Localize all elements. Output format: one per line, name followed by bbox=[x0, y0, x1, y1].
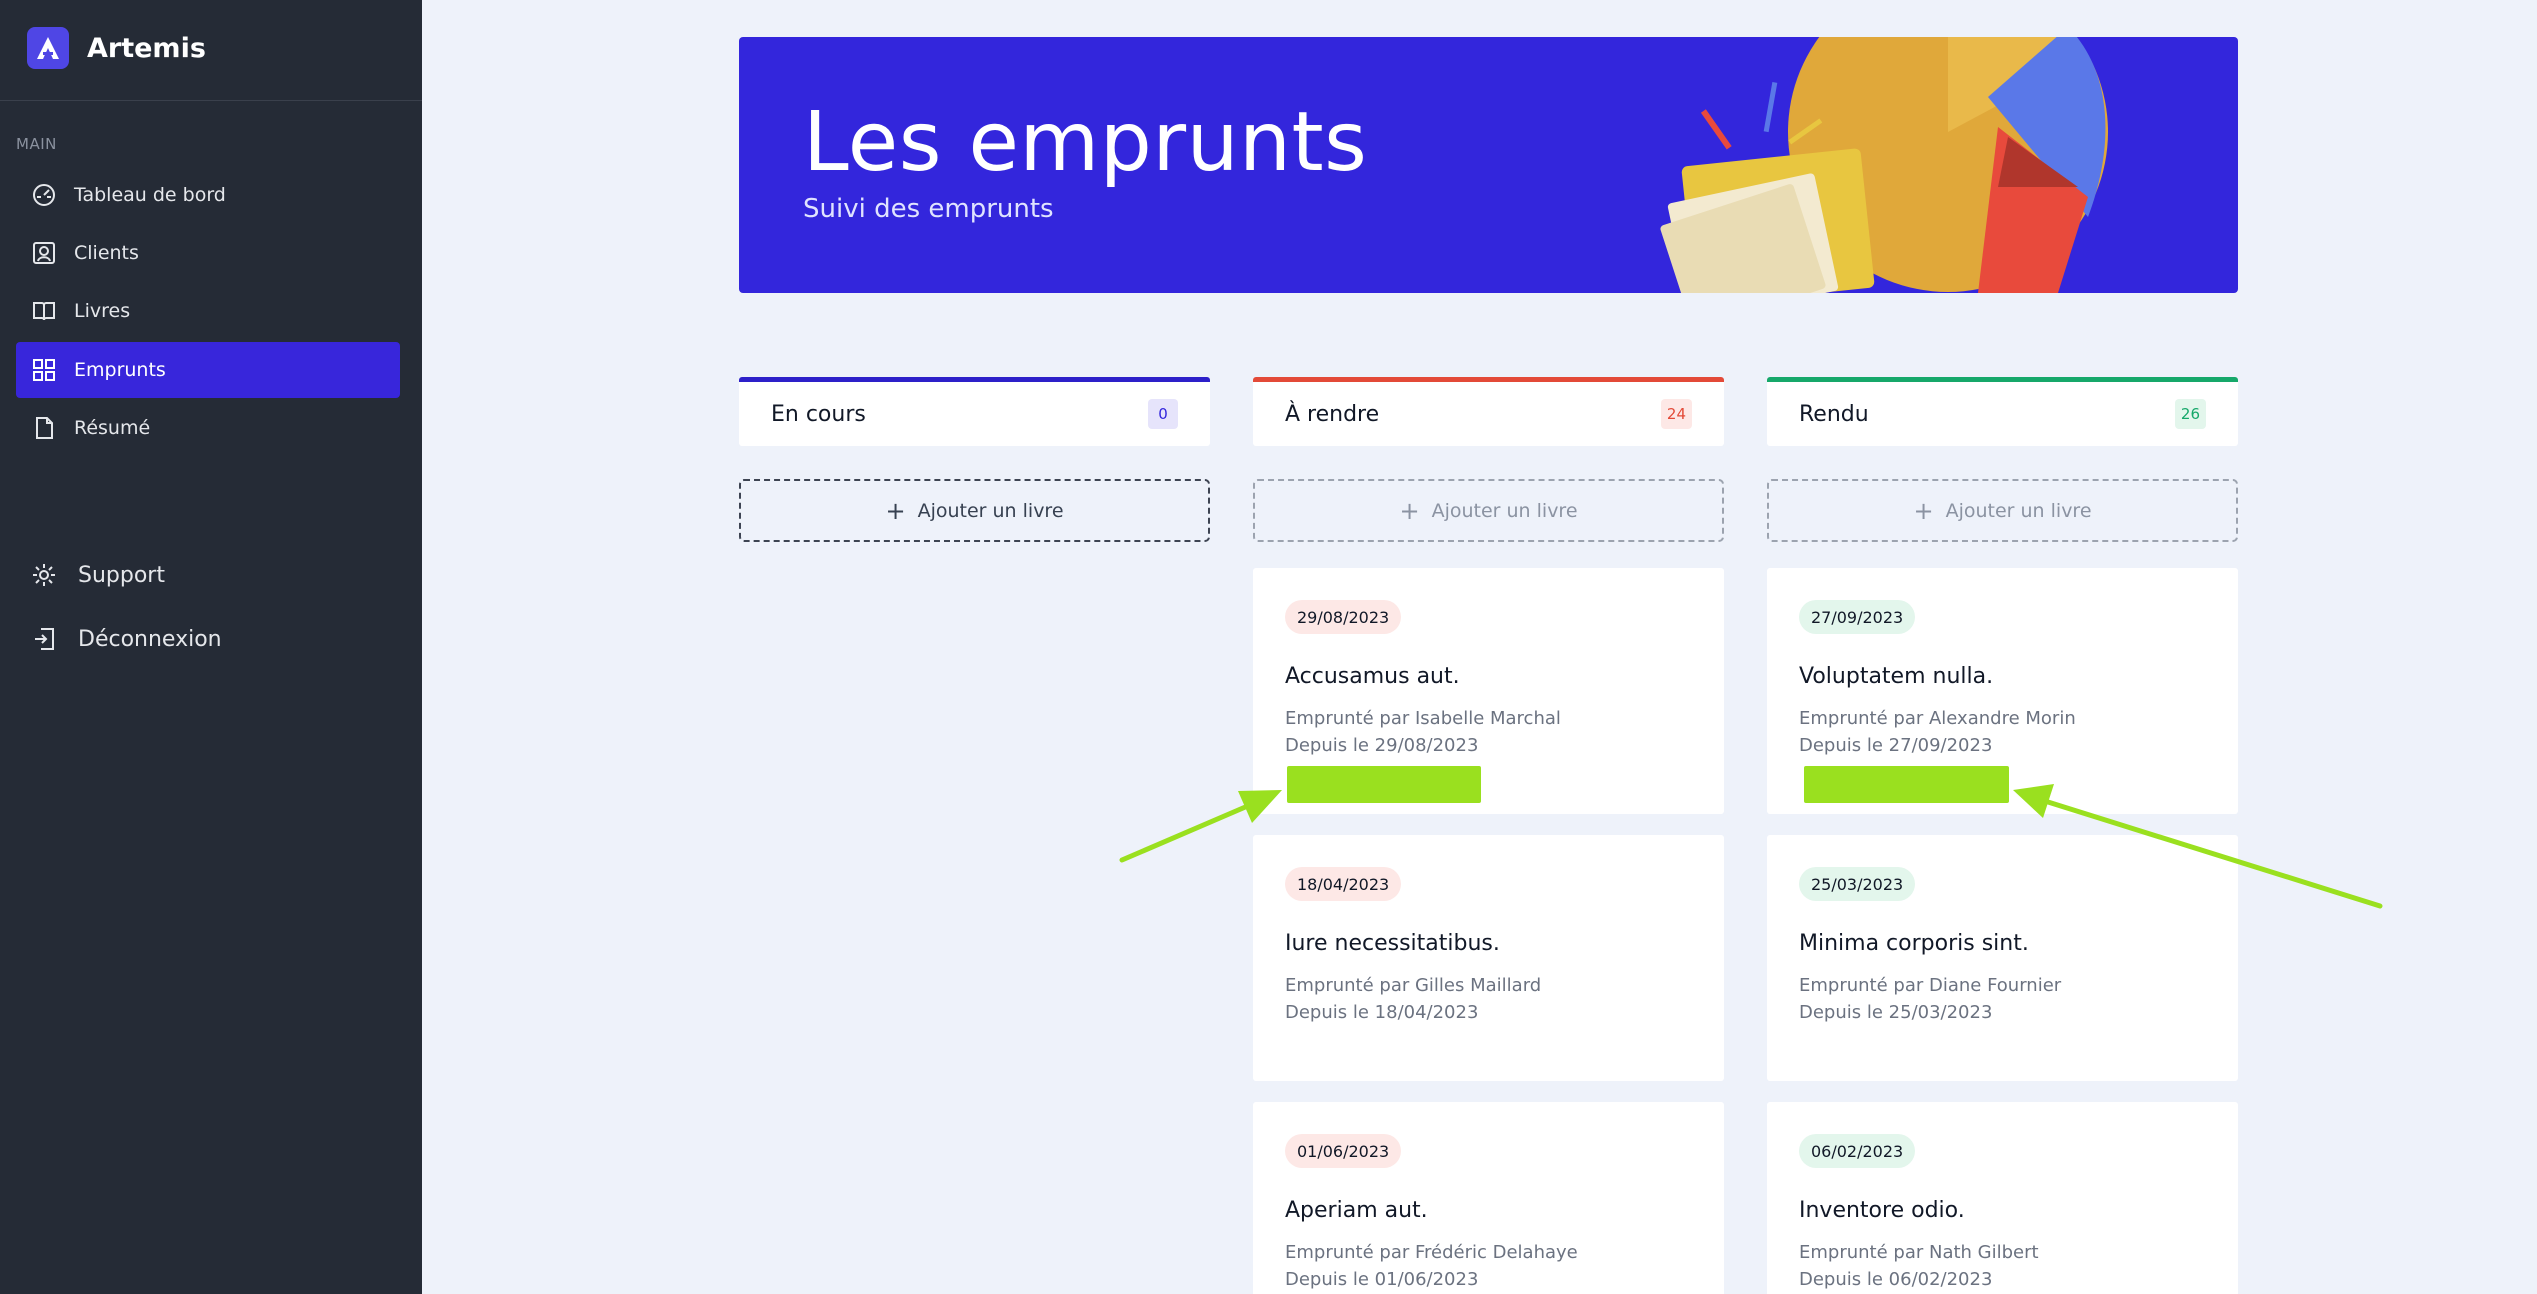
add-book-label: Ajouter un livre bbox=[1431, 499, 1578, 522]
sidebar-item-label: Tableau de bord bbox=[74, 184, 226, 206]
borrower-text: Emprunté par Frédéric Delahaye bbox=[1285, 1242, 1578, 1263]
app-name: Artemis bbox=[87, 32, 206, 64]
brand[interactable]: Artemis bbox=[27, 26, 206, 70]
book-title: Iure necessitatibus. bbox=[1285, 931, 1500, 956]
artemis-logo-icon bbox=[27, 27, 69, 69]
loan-card[interactable]: 29/08/2023 Accusamus aut. Emprunté par I… bbox=[1253, 568, 1724, 814]
date-badge: 27/09/2023 bbox=[1799, 600, 1916, 634]
since-text: Depuis le 25/03/2023 bbox=[1799, 1002, 1993, 1023]
grid-icon bbox=[30, 356, 58, 384]
count-badge: 26 bbox=[2174, 399, 2206, 429]
borrower-text: Emprunté par Isabelle Marchal bbox=[1285, 708, 1561, 729]
add-book-label: Ajouter un livre bbox=[917, 499, 1064, 522]
sidebar-item-clients[interactable]: Clients bbox=[16, 225, 400, 281]
highlight-marker bbox=[1804, 766, 2009, 803]
since-text: Depuis le 06/02/2023 bbox=[1799, 1269, 1993, 1290]
since-text: Depuis le 27/09/2023 bbox=[1799, 735, 1993, 756]
sidebar-item-label: Emprunts bbox=[74, 359, 166, 381]
date-badge: 25/03/2023 bbox=[1799, 867, 1916, 901]
gear-icon bbox=[30, 561, 58, 589]
column-header-en-cours: En cours 0 bbox=[739, 377, 1210, 446]
sidebar-item-support[interactable]: Support bbox=[16, 547, 400, 603]
since-text: Depuis le 01/06/2023 bbox=[1285, 1269, 1479, 1290]
sidebar-item-resume[interactable]: Résumé bbox=[16, 400, 400, 456]
sidebar-item-label: Résumé bbox=[74, 417, 151, 439]
date-badge: 29/08/2023 bbox=[1285, 600, 1402, 634]
dashboard-icon bbox=[30, 181, 58, 209]
count-badge: 0 bbox=[1148, 399, 1178, 429]
column-header-rendu: Rendu 26 bbox=[1767, 377, 2238, 446]
document-icon bbox=[30, 414, 58, 442]
sidebar-item-label: Clients bbox=[74, 242, 139, 264]
loan-card[interactable]: 18/04/2023 Iure necessitatibus. Emprunté… bbox=[1253, 835, 1724, 1081]
borrower-text: Emprunté par Diane Fournier bbox=[1799, 975, 2062, 996]
sidebar-item-deconnexion[interactable]: Déconnexion bbox=[16, 611, 400, 667]
plus-icon: + bbox=[1399, 496, 1420, 525]
logout-icon bbox=[30, 625, 58, 653]
book-title: Inventore odio. bbox=[1799, 1198, 1965, 1223]
add-book-button[interactable]: + Ajouter un livre bbox=[1767, 479, 2238, 542]
plus-icon: + bbox=[1913, 496, 1934, 525]
sidebar-item-label: Livres bbox=[74, 300, 131, 322]
date-badge: 01/06/2023 bbox=[1285, 1134, 1402, 1168]
count-badge: 24 bbox=[1660, 399, 1692, 429]
since-text: Depuis le 18/04/2023 bbox=[1285, 1002, 1479, 1023]
sidebar: Artemis MAIN Tableau de bord Clients Liv… bbox=[0, 0, 422, 1294]
date-badge: 18/04/2023 bbox=[1285, 867, 1402, 901]
column-title: À rendre bbox=[1285, 401, 1380, 427]
loan-card[interactable]: 06/02/2023 Inventore odio. Emprunté par … bbox=[1767, 1102, 2238, 1294]
borrower-text: Emprunté par Gilles Maillard bbox=[1285, 975, 1542, 996]
column-title: Rendu bbox=[1799, 401, 1869, 427]
add-book-button[interactable]: + Ajouter un livre bbox=[1253, 479, 1724, 542]
loan-card[interactable]: 01/06/2023 Aperiam aut. Emprunté par Fré… bbox=[1253, 1102, 1724, 1294]
book-title: Accusamus aut. bbox=[1285, 664, 1460, 689]
divider bbox=[0, 100, 422, 101]
page-title: Les emprunts bbox=[803, 95, 1368, 190]
borrower-text: Emprunté par Alexandre Morin bbox=[1799, 708, 2076, 729]
date-badge: 06/02/2023 bbox=[1799, 1134, 1916, 1168]
sidebar-item-tableau-de-bord[interactable]: Tableau de bord bbox=[16, 167, 400, 223]
page-banner: Les emprunts Suivi des emprunts bbox=[739, 37, 2238, 293]
loan-card[interactable]: 25/03/2023 Minima corporis sint. Emprunt… bbox=[1767, 835, 2238, 1081]
book-title: Voluptatem nulla. bbox=[1799, 664, 1994, 689]
column-title: En cours bbox=[771, 401, 866, 427]
sidebar-item-livres[interactable]: Livres bbox=[16, 283, 400, 339]
since-text: Depuis le 29/08/2023 bbox=[1285, 735, 1479, 756]
book-title: Minima corporis sint. bbox=[1799, 931, 2029, 956]
section-label: MAIN bbox=[16, 135, 57, 153]
loan-card[interactable]: 27/09/2023 Voluptatem nulla. Emprunté pa… bbox=[1767, 568, 2238, 814]
column-header-a-rendre: À rendre 24 bbox=[1253, 377, 1724, 446]
book-title: Aperiam aut. bbox=[1285, 1198, 1428, 1223]
banner-illustration bbox=[1660, 37, 2108, 293]
borrower-text: Emprunté par Nath Gilbert bbox=[1799, 1242, 2039, 1263]
page-subtitle: Suivi des emprunts bbox=[803, 194, 1054, 224]
add-book-button[interactable]: + Ajouter un livre bbox=[739, 479, 1210, 542]
sidebar-item-label: Support bbox=[78, 562, 165, 588]
user-icon bbox=[30, 239, 58, 267]
add-book-label: Ajouter un livre bbox=[1945, 499, 2092, 522]
book-icon bbox=[30, 297, 58, 325]
plus-icon: + bbox=[885, 496, 906, 525]
sidebar-item-emprunts[interactable]: Emprunts bbox=[16, 342, 400, 398]
sidebar-item-label: Déconnexion bbox=[78, 626, 222, 652]
highlight-marker bbox=[1287, 766, 1481, 803]
